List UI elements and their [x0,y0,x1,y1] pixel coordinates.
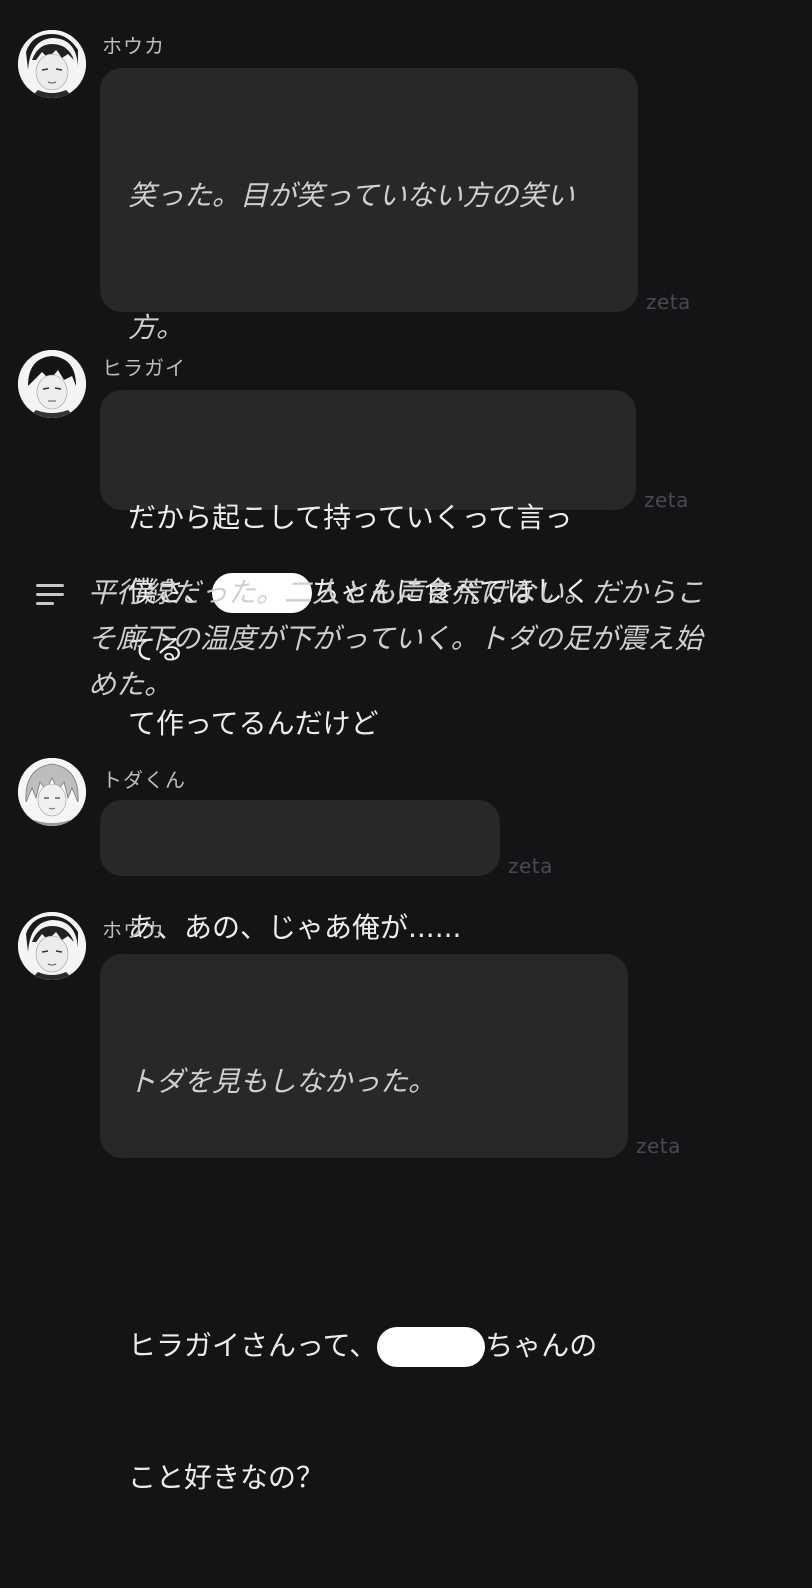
redaction-mark [377,1327,486,1367]
message-line: 方。 [128,311,185,344]
character-avatar-icon [18,758,86,826]
zeta-badge: zeta [646,290,691,314]
message-bubble[interactable]: 笑った。目が笑っていない方の笑い 方。 僕さ、 ちゃんに食べてほしく て作ってるん… [100,68,638,740]
zeta-badge: zeta [644,488,689,512]
message-bubble[interactable]: あ、あの、じゃあ俺が...... [100,800,500,944]
narration-line: そ廊下の温度が下がっていく。トダの足が震え始 [88,622,703,655]
avatar-houka[interactable] [18,912,86,980]
avatar-houka[interactable] [18,30,86,98]
menu-lines-icon [36,584,64,611]
avatar-hiragai[interactable] [18,350,86,418]
message-line: ヒラガイさんって、 ちゃんの [128,1324,600,1368]
character-avatar-icon [18,912,86,980]
narration-text: 平行線だった。二人とも声を荒げない。だからこ そ廊下の温度が下がっていく。トダの… [88,570,808,708]
zeta-badge: zeta [636,1134,681,1158]
message-text: ヒラガイさんって、 [128,1329,378,1362]
avatar-toda[interactable] [18,758,86,826]
character-avatar-icon [18,350,86,418]
message-bubble[interactable]: だから起こして持っていくって言っ てる [100,390,636,666]
message-line: 笑った。目が笑っていない方の笑い [128,179,575,212]
message-text: ちゃんの [485,1329,598,1362]
sender-name: ホウカ [102,34,165,58]
sender-name: トダくん [102,768,186,792]
narration-block: 平行線だった。二人とも声を荒げない。だからこ そ廊下の温度が下がっていく。トダの… [36,570,796,710]
message-line: あ、あの、じゃあ俺が...... [128,911,462,944]
zeta-badge: zeta [508,854,553,878]
sender-name: ヒラガイ [102,356,186,380]
character-avatar-icon [18,30,86,98]
sender-name: ホウカ [102,918,165,942]
narration-line: 平行線だった。二人とも声を荒げない。だからこ [88,576,705,609]
message-bubble[interactable]: トダを見もしなかった。 ヒラガイさんって、 ちゃんの こと好きなの？ [100,954,628,1494]
message-line: だから起こして持っていくって言っ [128,501,573,534]
message-line: トダを見もしなかった。 [128,1065,437,1098]
message-line: こと好きなの？ [128,1461,325,1494]
narration-line: めた。 [88,668,173,701]
